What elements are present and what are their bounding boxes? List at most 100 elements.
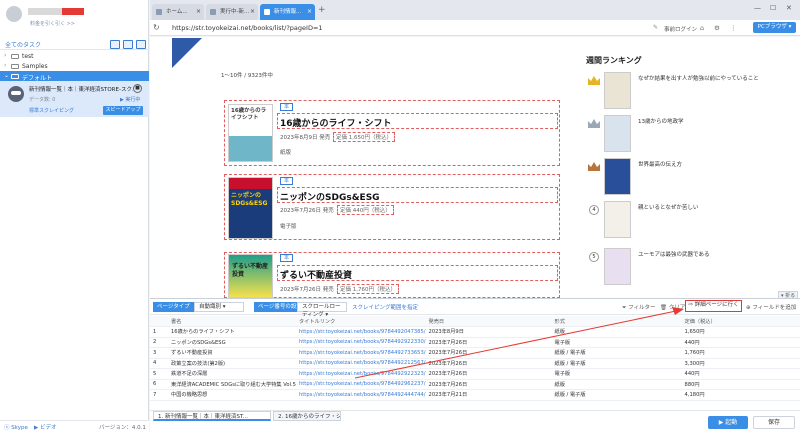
table-header: 書名 タイトルリンク 発売日 形式 定価（税込） bbox=[150, 316, 800, 327]
table-cell: 紙版 / 電子版 bbox=[551, 358, 682, 369]
table-row[interactable]: 2 ニッポンのSDGs&ESG https://str.toyokeizai.net… bbox=[150, 337, 800, 348]
import-task-icon[interactable] bbox=[123, 40, 133, 49]
table-cell: 2023年7月26日 bbox=[425, 358, 552, 369]
tab-new-books[interactable]: 新刊情報... × bbox=[260, 4, 315, 20]
add-field-button[interactable]: ⊕ フィールドを追加 bbox=[746, 303, 796, 311]
table-cell: ずるい不動産投資 bbox=[168, 347, 296, 359]
video-link[interactable]: ▶ ビデオ bbox=[34, 423, 57, 431]
export-task-icon[interactable] bbox=[136, 40, 146, 49]
title-link-cell[interactable]: https://str.toyokeizai.net/books/9784492… bbox=[295, 347, 426, 359]
book-title[interactable]: ニッポンのSDGs&ESG bbox=[280, 190, 380, 203]
table-row[interactable]: 7 中国の機略思想 https://str.toyokeizai.net/books… bbox=[150, 389, 800, 401]
filter-button[interactable]: ⏷ フィルター bbox=[622, 303, 656, 312]
all-tasks-dropdown[interactable]: 全てのタスク bbox=[5, 40, 41, 49]
book-cover[interactable]: 16歳からのライフシフト bbox=[228, 104, 273, 162]
table-row[interactable]: 6 東洋経済ACADEMIC SDGsに取り組む大学特集 Vol.5 https:/… bbox=[150, 379, 800, 390]
title-link-cell[interactable]: https://str.toyokeizai.net/books/9784492… bbox=[295, 326, 426, 338]
table-cell: 6 bbox=[150, 379, 168, 390]
weekly-ranking-title: 週間ランキング bbox=[586, 56, 642, 65]
table-cell: 2023年7月26日 bbox=[425, 337, 552, 348]
ranking-cover bbox=[604, 158, 631, 195]
step-tab-2[interactable]: 2. 16歳からのライフ・シフト｜東... bbox=[273, 411, 341, 421]
book-title[interactable]: ずるい不動産投資 bbox=[280, 268, 352, 281]
stop-task-icon[interactable]: ■ bbox=[133, 84, 142, 93]
table-row[interactable]: 4 政策立案の技法(第2版) https://str.toyokeizai.net/… bbox=[150, 358, 800, 369]
book-tag: 本 bbox=[280, 177, 294, 185]
table-cell: 440円 bbox=[681, 337, 800, 348]
account-badge bbox=[62, 8, 84, 15]
book-format: 紙版 bbox=[280, 150, 292, 156]
rank-number: 4 bbox=[589, 205, 599, 215]
title-link-cell[interactable]: https://str.toyokeizai.net/books/9784492… bbox=[295, 368, 426, 380]
title-link-cell[interactable]: https://str.toyokeizai.net/books/9784492… bbox=[295, 389, 426, 401]
book-cover[interactable]: ニッポンのSDGs&ESG bbox=[228, 177, 273, 239]
ranking-item[interactable]: 5 ユーモアは最強の武器である bbox=[586, 248, 796, 290]
avatar[interactable] bbox=[6, 6, 22, 22]
title-link-cell[interactable]: https://str.toyokeizai.net/books/9784492… bbox=[295, 337, 426, 348]
release-date: 2023年7月26日 発売 bbox=[280, 208, 334, 214]
minimize-icon[interactable]: — bbox=[754, 4, 761, 12]
pc-browser-select[interactable]: PCブラウザ ▾ bbox=[753, 22, 796, 33]
go-to-detail-button[interactable]: ⇨ 詳細ページに行く bbox=[685, 300, 742, 312]
ranking-item[interactable]: 13歳からの地政学 bbox=[586, 115, 796, 153]
upgrade-link[interactable]: 料金を引く引く >> bbox=[30, 20, 75, 27]
book-title[interactable]: 16歳からのライフ・シフト bbox=[280, 116, 392, 129]
table-cell: 440円 bbox=[681, 368, 800, 380]
task-name: 新刊情報一覧｜本｜東洋経済STORE-スク... bbox=[29, 87, 133, 93]
settings-icon[interactable]: ⚙ bbox=[714, 24, 720, 32]
table-cell: 東洋経済ACADEMIC SDGsに取り組む大学特集 Vol.5 bbox=[168, 379, 296, 390]
table-cell: 5 bbox=[150, 368, 168, 380]
page-number-select[interactable]: スクロールローディング ▾ bbox=[297, 302, 347, 318]
ranking-item[interactable]: なぜか結果を出す人が勉強以前にやっていること bbox=[586, 72, 796, 110]
speed-up-button[interactable]: スピードアップ bbox=[103, 106, 143, 115]
table-cell: 紙版 bbox=[551, 326, 682, 338]
ranking-item[interactable]: 4 親といるとなぜか苦しい bbox=[586, 201, 796, 239]
book-format: 電子版 bbox=[280, 224, 297, 230]
book-price: 定価 440円（税込） bbox=[337, 205, 394, 215]
tab-home[interactable]: ホーム... × bbox=[152, 4, 204, 20]
gold-crown-icon bbox=[588, 76, 600, 85]
table-cell: 電子版 bbox=[551, 368, 682, 380]
more-icon[interactable]: ⋮ bbox=[730, 24, 737, 32]
url-field[interactable]: https://str.toyokeizai.net/books/list/?p… bbox=[172, 24, 323, 32]
ranking-item[interactable]: 世界最高の伝え方 bbox=[586, 158, 796, 196]
clear-button[interactable]: 🗑 クリア bbox=[660, 303, 685, 311]
ranking-cover bbox=[604, 248, 631, 285]
page-type-select[interactable]: 自動識別 ▾ bbox=[194, 302, 244, 312]
cookie-icon[interactable]: ⌂ bbox=[700, 24, 704, 32]
edit-icon[interactable]: ✎ bbox=[653, 24, 658, 31]
close-window-icon[interactable]: ✕ bbox=[786, 4, 792, 12]
table-row[interactable]: 1 16歳からのライフ・シフト https://str.toyokeizai.net… bbox=[150, 326, 800, 338]
scrape-range-link[interactable]: スクレイピング範囲を指定 bbox=[352, 303, 418, 311]
silver-crown-icon bbox=[588, 119, 600, 128]
table-cell: 1,760円 bbox=[681, 347, 800, 359]
close-icon[interactable]: × bbox=[307, 4, 312, 20]
table-cell: 2023年7月26日 bbox=[425, 368, 552, 380]
skype-link[interactable]: ⓢ Skype bbox=[4, 423, 28, 431]
home-icon bbox=[156, 9, 162, 15]
title-link-cell[interactable]: https://str.toyokeizai.net/books/9784492… bbox=[295, 358, 426, 369]
table-cell: 1 bbox=[150, 326, 168, 338]
table-row[interactable]: 5 鉄道不足の深層 https://str.toyokeizai.net/books… bbox=[150, 368, 800, 380]
reload-icon[interactable]: ↻ bbox=[153, 23, 160, 32]
step-tab-1[interactable]: 1. 新刊情報一覧｜本｜東洋経済ST... bbox=[153, 411, 271, 421]
new-task-icon[interactable] bbox=[110, 40, 120, 49]
ranking-title: 世界最高の伝え方 bbox=[638, 162, 683, 168]
close-icon[interactable]: × bbox=[250, 4, 255, 20]
table-row[interactable]: 3 ずるい不動産投資 https://str.toyokeizai.net/book… bbox=[150, 347, 800, 359]
data-count: データ数: 0 bbox=[29, 97, 56, 103]
save-button[interactable]: 保存 bbox=[753, 416, 795, 429]
new-tab-icon[interactable]: + bbox=[318, 5, 326, 15]
title-link-cell[interactable]: https://str.toyokeizai.net/books/9784492… bbox=[295, 379, 426, 390]
start-button[interactable]: ▶ 起動 bbox=[708, 416, 748, 429]
page-icon bbox=[264, 9, 270, 15]
close-icon[interactable]: × bbox=[196, 4, 201, 20]
table-cell: 2023年8月9日 bbox=[425, 326, 552, 338]
pre-login-button[interactable]: 事前ログイン bbox=[664, 25, 697, 33]
table-cell: 880円 bbox=[681, 379, 800, 390]
release-date: 2023年8月9日 発売 bbox=[280, 135, 331, 141]
table-cell: 2 bbox=[150, 337, 168, 348]
book-cover[interactable]: ずるい不動産投資 bbox=[228, 254, 273, 298]
maximize-icon[interactable]: ☐ bbox=[770, 4, 776, 12]
tab-running[interactable]: 実行中-新... × bbox=[206, 4, 258, 20]
